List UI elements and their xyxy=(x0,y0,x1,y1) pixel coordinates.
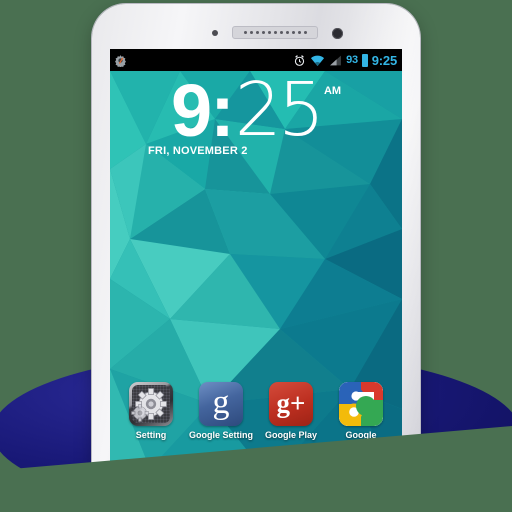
app-shortcut-google-setting[interactable]: g Google Setting xyxy=(189,382,253,440)
google-settings-icon[interactable]: g xyxy=(199,382,243,426)
status-bar[interactable]: 93 9:25 xyxy=(110,49,402,71)
page-dot[interactable] xyxy=(258,450,264,456)
home-screen-dock xyxy=(110,462,402,510)
status-bar-notifications[interactable] xyxy=(114,54,127,67)
phone-screen[interactable]: 93 9:25 9 : 25 AM FRI, NOVEMBER 2 Settin… xyxy=(110,49,402,512)
phone-icon[interactable] xyxy=(134,466,174,506)
app-drawer-icon[interactable] xyxy=(270,466,310,506)
settings-gear-icon[interactable] xyxy=(129,382,173,426)
google-icon[interactable] xyxy=(339,382,383,426)
clock-minute: 25 xyxy=(234,67,325,153)
app-shortcut-google-play[interactable]: g+ Google Play xyxy=(260,382,322,440)
app-label: Google Play xyxy=(264,430,317,440)
clock-colon: : xyxy=(210,69,235,152)
battery-icon xyxy=(361,53,368,67)
app-shortcut-setting[interactable]: Setting xyxy=(120,382,182,440)
home-screen-app-row: Setting g Google Setting g+ Google Play xyxy=(110,382,402,440)
status-bar-system-icons[interactable]: 93 9:25 xyxy=(293,53,397,68)
front-camera-icon xyxy=(332,28,343,39)
clock-time: 9 : 25 AM xyxy=(170,67,342,153)
app-label: Google xyxy=(345,430,377,440)
google-plus-glyph: g+ xyxy=(276,387,306,418)
page-indicator[interactable] xyxy=(110,450,402,456)
google-plus-icon[interactable]: g+ xyxy=(269,382,313,426)
status-bar-clock: 9:25 xyxy=(371,52,397,68)
battery-percent-label: 93 xyxy=(346,54,358,66)
browser-icon[interactable] xyxy=(338,466,378,506)
page-dot[interactable] xyxy=(268,450,274,456)
settings-notification-icon[interactable] xyxy=(114,54,127,67)
app-label: Setting xyxy=(135,430,167,440)
proximity-sensor-icon xyxy=(212,30,218,36)
hangouts-icon[interactable] xyxy=(202,466,242,506)
earpiece-speaker xyxy=(232,26,318,39)
google-g-glyph: g xyxy=(212,383,230,421)
clock-widget[interactable]: 9 : 25 AM FRI, NOVEMBER 2 xyxy=(110,67,402,156)
page-dot[interactable] xyxy=(248,450,254,456)
clock-ampm-label: AM xyxy=(323,85,342,97)
signal-icon xyxy=(330,55,342,65)
app-label: Google Setting xyxy=(189,430,253,440)
app-shortcut-google[interactable]: Google xyxy=(330,382,392,440)
smartphone-device: 93 9:25 9 : 25 AM FRI, NOVEMBER 2 Settin… xyxy=(92,4,420,512)
wifi-icon xyxy=(311,55,325,66)
page-dot[interactable] xyxy=(238,450,244,456)
clock-hour: 9 xyxy=(170,69,212,152)
alarm-icon xyxy=(295,54,305,66)
